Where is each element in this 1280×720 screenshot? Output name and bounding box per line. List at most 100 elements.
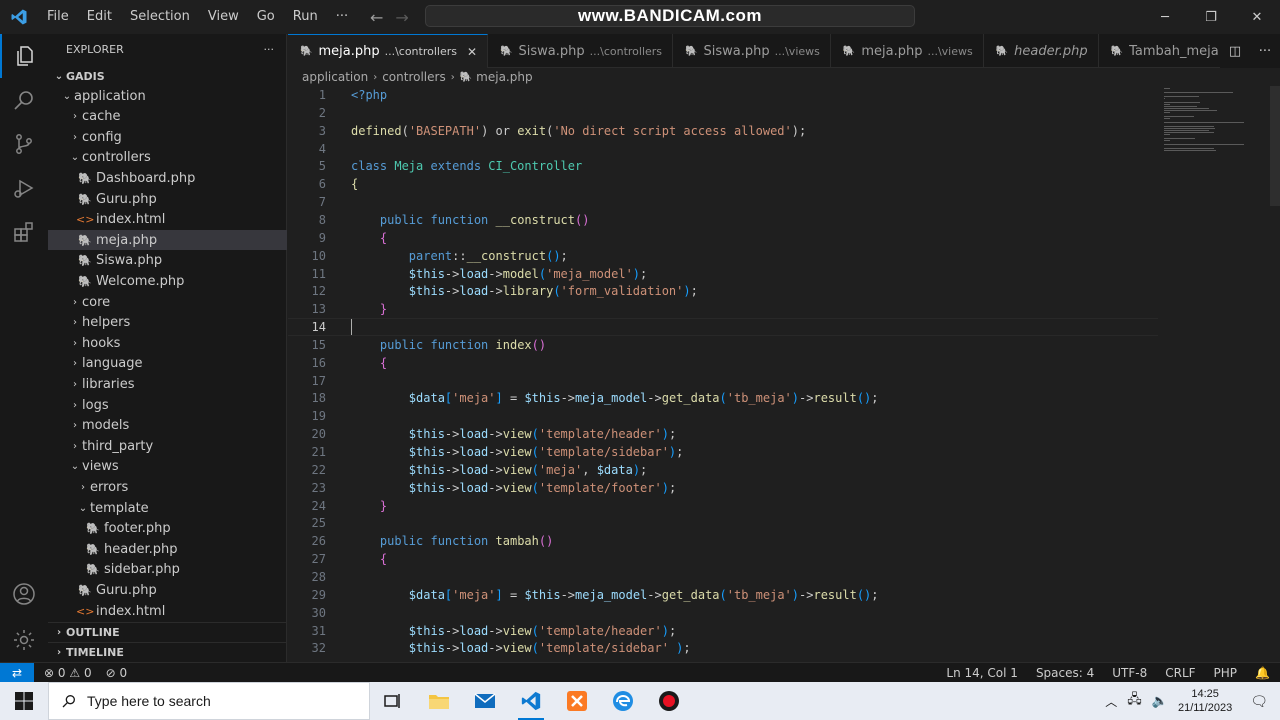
tree-file[interactable]: 🐘 Dashboard.php: [48, 168, 287, 188]
split-editor-icon[interactable]: ◫: [1229, 44, 1241, 59]
ports-indicator[interactable]: ⊘ 0: [106, 666, 128, 680]
code-token: (): [856, 587, 872, 602]
restore-icon[interactable]: ❐: [1188, 0, 1234, 34]
menu-run[interactable]: Run: [284, 0, 327, 34]
tree-folder[interactable]: ⌄ application: [48, 86, 287, 106]
tree-folder[interactable]: › language: [48, 354, 287, 374]
tree-folder[interactable]: ⌄ views: [48, 457, 287, 477]
cursor-position[interactable]: Ln 14, Col 1: [946, 666, 1018, 680]
chevron-up-icon[interactable]: ︿: [1105, 693, 1117, 710]
close-tab-icon[interactable]: ✕: [467, 45, 477, 59]
forward-arrow-icon[interactable]: →: [395, 8, 408, 27]
notifications-bell-icon[interactable]: 🔔: [1255, 666, 1270, 680]
tree-file[interactable]: 🐘 Welcome.php: [48, 271, 287, 291]
tree-item-label: index.html: [96, 212, 166, 228]
editor-tab[interactable]: 🐘 header.php: [984, 34, 1099, 68]
editor-scrollbar[interactable]: [1270, 86, 1280, 206]
close-window-icon[interactable]: ✕: [1234, 0, 1280, 34]
timeline-section[interactable]: › TIMELINE: [48, 642, 287, 662]
code-token: ): [791, 391, 800, 406]
xampp-icon[interactable]: [554, 682, 600, 720]
breadcrumb-item[interactable]: application: [302, 70, 368, 84]
code-token: ): [632, 462, 641, 477]
volume-icon[interactable]: 🔈: [1152, 693, 1168, 709]
tree-folder[interactable]: › cache: [48, 107, 287, 127]
tree-file[interactable]: 🐘 footer.php: [48, 519, 287, 539]
tree-folder[interactable]: › models: [48, 416, 287, 436]
explorer-files-icon[interactable]: [0, 34, 48, 78]
code-token: load: [459, 445, 489, 459]
tree-file[interactable]: <> index.html: [48, 601, 287, 621]
tree-folder[interactable]: › libraries: [48, 374, 287, 394]
editor-tab[interactable]: 🐘 Siswa.php ...\views: [673, 34, 831, 68]
back-arrow-icon[interactable]: ←: [370, 8, 383, 27]
clock[interactable]: 14:25 21/11/2023: [1178, 687, 1232, 715]
command-center-search[interactable]: www.BANDICAM.com: [425, 5, 915, 27]
tab-description: ...\views: [774, 44, 820, 58]
source-control-icon[interactable]: [0, 122, 48, 166]
extensions-icon[interactable]: [0, 210, 48, 254]
tree-folder[interactable]: › helpers: [48, 313, 287, 333]
tree-folder[interactable]: ⌄ controllers: [48, 148, 287, 168]
language-mode[interactable]: PHP: [1214, 666, 1238, 680]
breadcrumb-item[interactable]: controllers: [382, 70, 446, 84]
code-token: {: [379, 230, 388, 245]
tree-folder[interactable]: › third_party: [48, 436, 287, 456]
breadcrumb-item[interactable]: meja.php: [476, 70, 532, 84]
network-icon[interactable]: 🖧: [1127, 690, 1142, 712]
tree-folder[interactable]: › core: [48, 292, 287, 312]
file-explorer-icon[interactable]: [416, 682, 462, 720]
menu-file[interactable]: File: [38, 0, 78, 34]
menu-edit[interactable]: Edit: [78, 0, 121, 34]
more-actions-icon[interactable]: ···: [1259, 44, 1271, 59]
tree-file[interactable]: 🐘 meja.php: [48, 230, 287, 251]
accounts-icon[interactable]: [0, 572, 48, 616]
encoding[interactable]: UTF-8: [1112, 666, 1147, 680]
tree-folder[interactable]: › config: [48, 127, 287, 147]
minimize-icon[interactable]: ─: [1142, 0, 1188, 34]
tree-folder[interactable]: ⌄ template: [48, 498, 287, 518]
minimap[interactable]: [1164, 86, 1274, 336]
tree-file[interactable]: 🐘 header.php: [48, 539, 287, 559]
tree-folder[interactable]: › errors: [48, 477, 287, 497]
notification-center-icon[interactable]: 🗨: [1250, 693, 1268, 710]
menu-view[interactable]: View: [199, 0, 248, 34]
menu-go[interactable]: Go: [248, 0, 284, 34]
editor-tab[interactable]: 🐘 Siswa.php ...\controllers: [488, 34, 674, 68]
tree-folder[interactable]: › hooks: [48, 333, 287, 353]
taskbar-search-box[interactable]: Type here to search: [48, 682, 370, 720]
mail-icon[interactable]: [462, 682, 508, 720]
more-actions-icon[interactable]: ···: [264, 43, 275, 56]
code-token: public: [379, 534, 431, 549]
remote-icon[interactable]: ⇄: [0, 662, 34, 683]
tree-file[interactable]: 🐘 Siswa.php: [48, 251, 287, 271]
tree-file[interactable]: 🐘 Guru.php: [48, 580, 287, 600]
indentation[interactable]: Spaces: 4: [1036, 666, 1094, 680]
tree-file[interactable]: <> index.html: [48, 210, 287, 230]
menu-selection[interactable]: Selection: [121, 0, 199, 34]
outline-section[interactable]: › OUTLINE: [48, 622, 287, 642]
edge-browser-icon[interactable]: [600, 682, 646, 720]
task-view-icon[interactable]: [370, 682, 416, 720]
workspace-root[interactable]: ⌄ GADIS: [48, 66, 287, 86]
code-content: $data['meja'] = $this->meja_model->get_d…: [351, 588, 879, 602]
windows-start-icon[interactable]: [0, 682, 48, 720]
tree-folder[interactable]: › logs: [48, 395, 287, 415]
code-content: $this->load->view('template/header');: [351, 427, 676, 441]
vscode-taskbar-icon[interactable]: [508, 682, 554, 720]
chevron-right-icon: ›: [73, 337, 77, 349]
end-of-line[interactable]: CRLF: [1165, 666, 1195, 680]
editor-tab[interactable]: 🐘 meja.php ...\views: [831, 34, 984, 68]
code-editor[interactable]: 1 <?php 2 3 defined('BASEPATH') or exit('No …: [288, 86, 1280, 662]
tree-file[interactable]: 🐘 sidebar.php: [48, 560, 287, 580]
settings-gear-icon[interactable]: [0, 618, 48, 662]
bandicam-record-icon[interactable]: [646, 682, 692, 720]
code-line: 24 }: [288, 497, 1158, 515]
editor-tab[interactable]: 🐘 meja.php ...\controllers ✕: [288, 34, 489, 68]
tree-file[interactable]: 🐘 Guru.php: [48, 189, 287, 209]
search-icon[interactable]: [0, 78, 48, 122]
problems-indicator[interactable]: ⊗ 0 ⚠ 0: [44, 666, 92, 680]
run-debug-icon[interactable]: [0, 166, 48, 210]
menu-more[interactable]: ···: [327, 0, 357, 34]
